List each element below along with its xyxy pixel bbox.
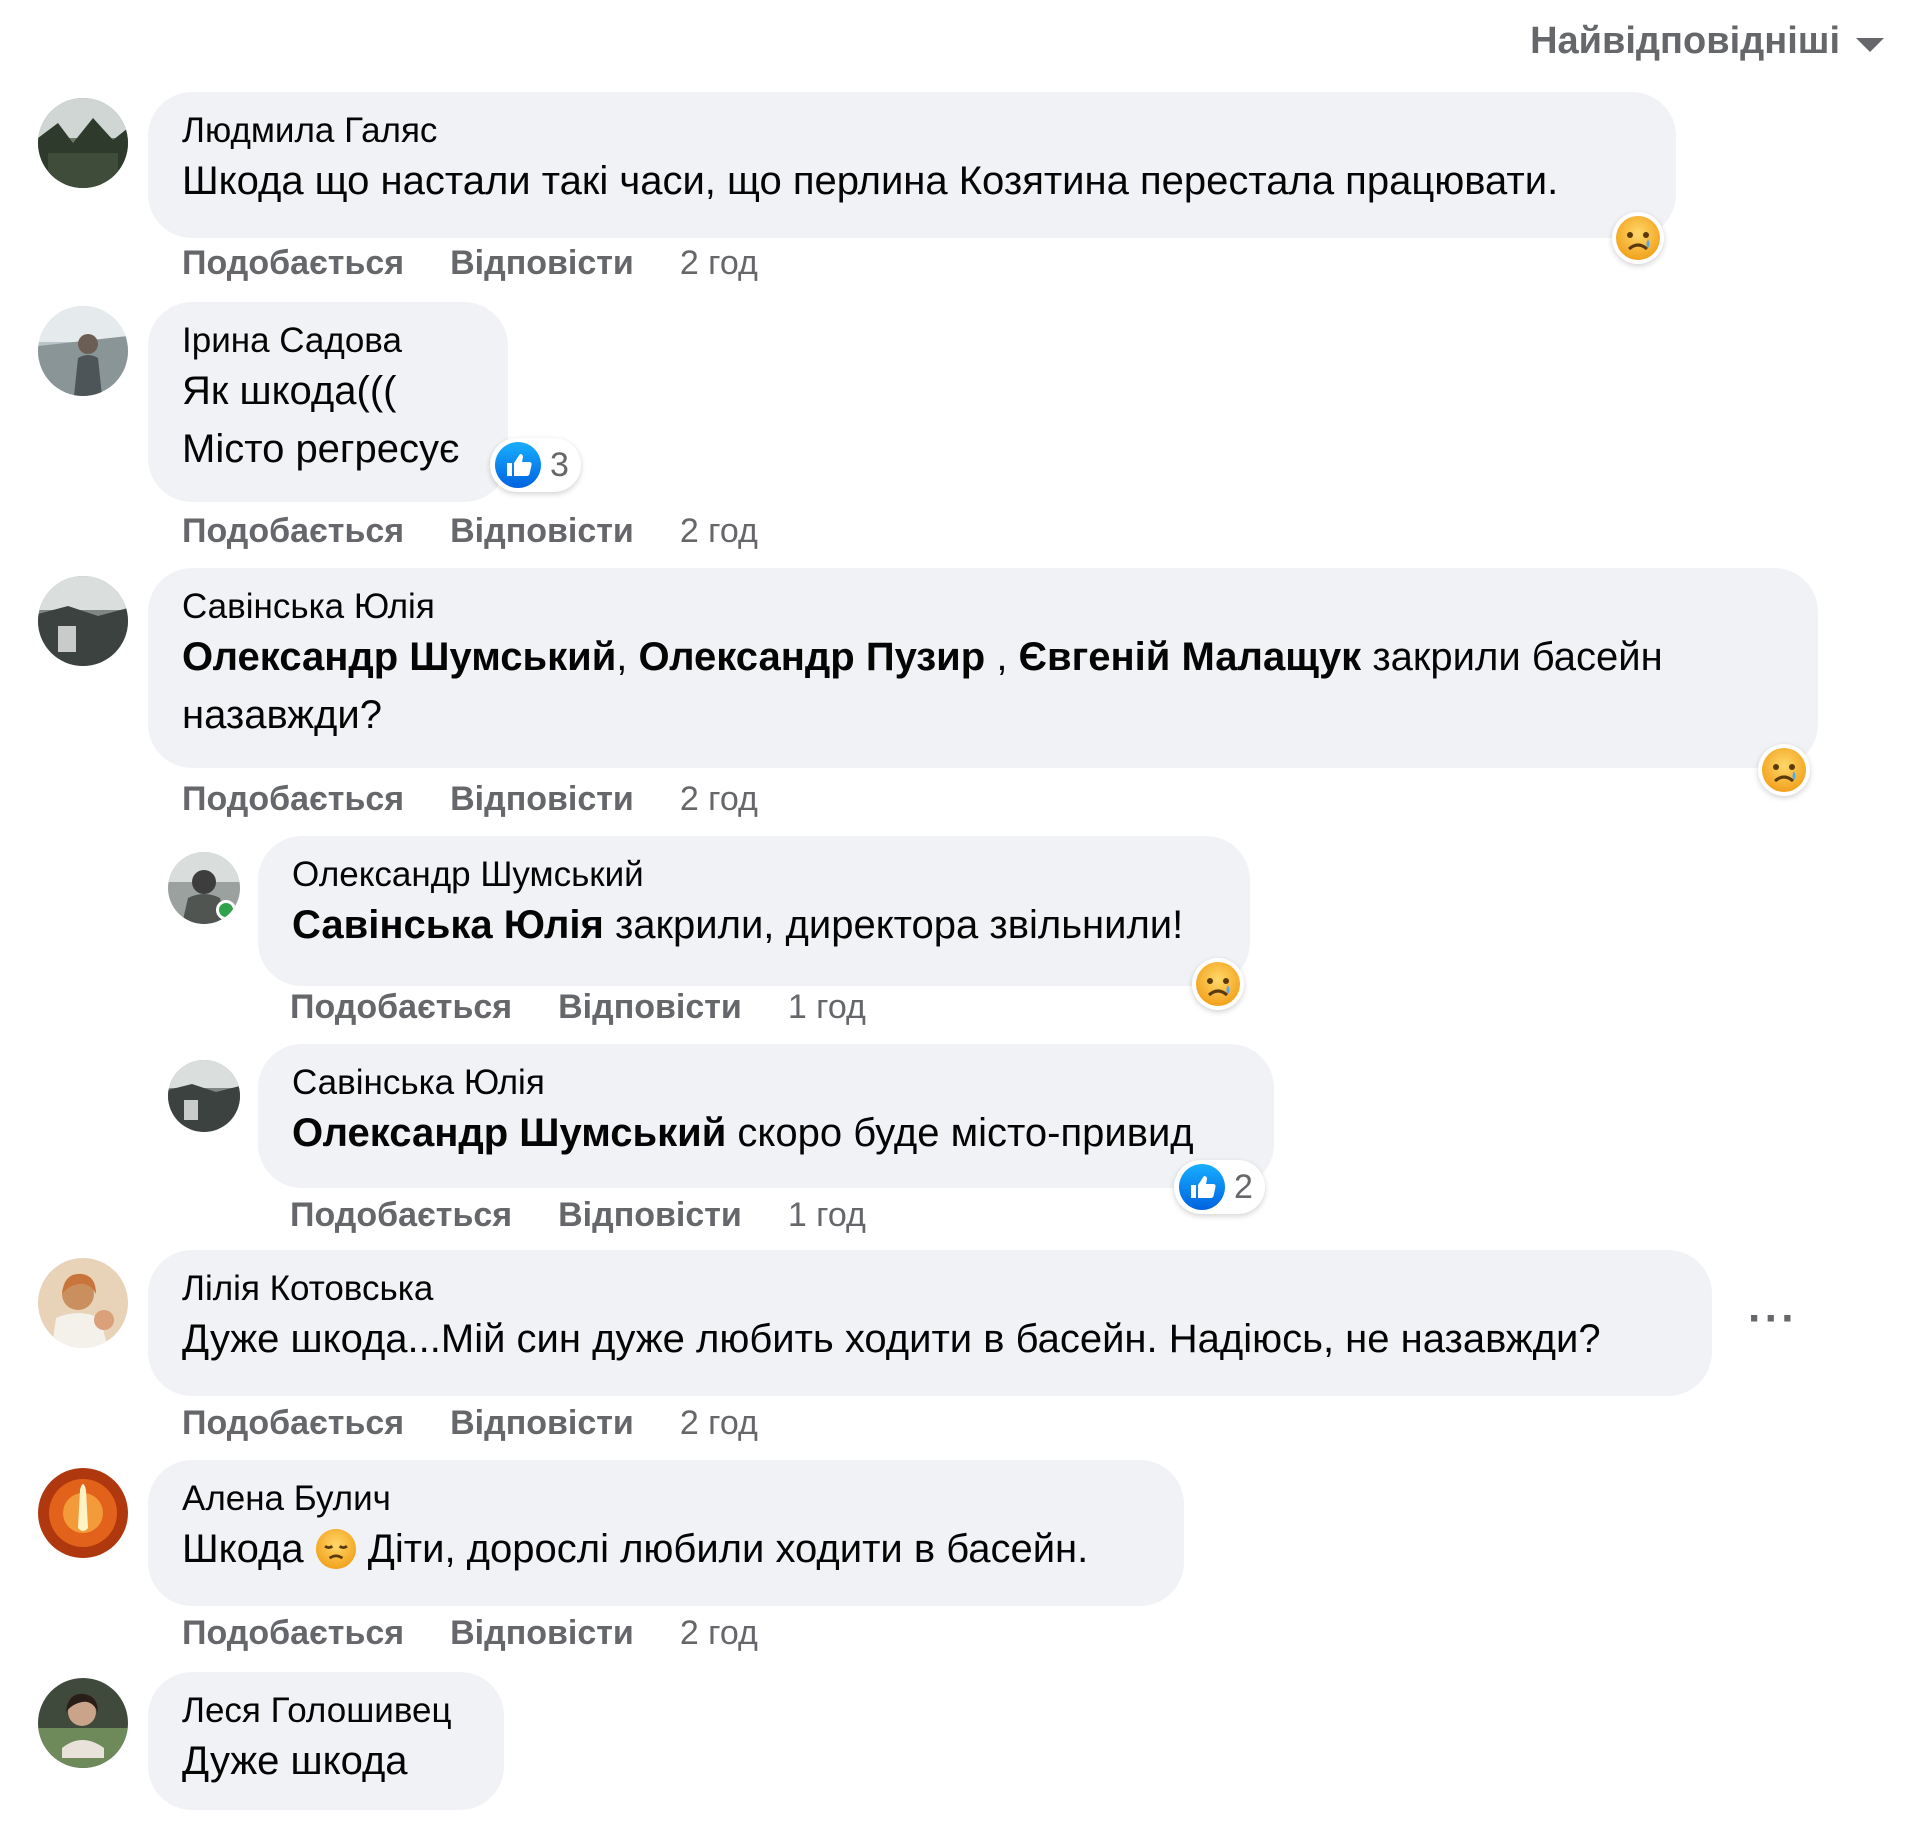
avatar[interactable]: [38, 1678, 128, 1768]
separator: ,: [985, 635, 1019, 679]
comment-text: закрили, директора звільнили!: [603, 903, 1184, 947]
like-button[interactable]: Подобається: [182, 1404, 404, 1443]
comment-time[interactable]: 2 год: [680, 780, 758, 819]
reply-button[interactable]: Відповісти: [450, 244, 634, 283]
like-button[interactable]: Подобається: [182, 244, 404, 283]
like-icon: [1179, 1164, 1225, 1210]
comment-actions: Подобається Відповісти 2 год: [182, 1404, 758, 1443]
like-button[interactable]: Подобається: [290, 1196, 512, 1235]
like-reaction-badge[interactable]: 2: [1174, 1160, 1265, 1214]
mention-link[interactable]: Євгеній Малащук: [1019, 635, 1362, 679]
avatar[interactable]: [38, 576, 128, 666]
chevron-down-icon: [1856, 37, 1884, 52]
reply-button[interactable]: Відповісти: [558, 1196, 742, 1235]
comment-text-line: Шкода Діти, дорослі любили ходити в басе…: [182, 1520, 1150, 1578]
comment-bubble: Савінська Юлія Олександр Шумський скоро …: [258, 1044, 1274, 1188]
comment-actions: Подобається Відповісти 2 год: [182, 512, 758, 551]
like-button[interactable]: Подобається: [182, 780, 404, 819]
comment-text: закрили басейн: [1361, 635, 1663, 679]
comment-time[interactable]: 2 год: [680, 244, 758, 283]
comment-text: Шкода що настали такі часи, що перлина К…: [182, 159, 1559, 203]
more-options-icon[interactable]: ···: [1748, 1294, 1798, 1344]
comment-actions: Подобається Відповісти 1 год: [290, 1196, 866, 1235]
comment-actions: Подобається Відповісти 2 год: [182, 244, 758, 283]
like-icon: [495, 442, 541, 488]
like-button[interactable]: Подобається: [290, 988, 512, 1027]
sad-reaction-icon[interactable]: [1612, 212, 1664, 264]
comment-text: Шкода: [182, 1527, 315, 1571]
avatar[interactable]: [38, 98, 128, 188]
avatar[interactable]: [168, 852, 240, 924]
comment-text: Дуже шкода: [182, 1739, 408, 1783]
comment-author[interactable]: Олександр Шумський: [292, 854, 1216, 896]
reaction-count: 2: [1234, 1167, 1253, 1206]
comment-author[interactable]: Савінська Юлія: [182, 586, 1784, 628]
comment-text-line: назавжди?: [182, 693, 382, 737]
comment-author[interactable]: Савінська Юлія: [292, 1062, 1240, 1104]
comment-text: Дуже шкода...Мій син дуже любить ходити …: [182, 1317, 1601, 1361]
sad-reaction-icon[interactable]: [1192, 958, 1244, 1010]
sort-dropdown[interactable]: Найвідповідніші: [1530, 20, 1884, 63]
comment-author[interactable]: Людмила Галяс: [182, 110, 1642, 152]
comment-time[interactable]: 1 год: [788, 1196, 866, 1235]
reaction-count: 3: [550, 445, 569, 484]
mention-link[interactable]: Савінська Юлія: [292, 903, 604, 947]
comment-author[interactable]: Ірина Садова: [182, 320, 474, 362]
comment-actions: Подобається Відповісти 1 год: [290, 988, 866, 1027]
comment-text-line: Олександр Шумський, Олександр Пузир , Єв…: [182, 628, 1784, 686]
comment-bubble: Ірина Садова Як шкода((( Місто регресує: [148, 302, 508, 502]
like-button[interactable]: Подобається: [182, 1614, 404, 1653]
like-button[interactable]: Подобається: [182, 512, 404, 551]
disappointed-face-icon: [315, 1528, 356, 1570]
comment-text-line: Савінська Юлія закрили, директора звільн…: [292, 896, 1216, 954]
comment-bubble: Савінська Юлія Олександр Шумський, Олекс…: [148, 568, 1818, 768]
comment-text-line: Олександр Шумський скоро буде місто-прив…: [292, 1104, 1240, 1162]
comment-bubble: Алена Булич Шкода Діти, дорослі любили х…: [148, 1460, 1184, 1606]
comment-text-line: Місто регресує: [182, 427, 460, 471]
online-indicator: [216, 900, 236, 920]
mention-link[interactable]: Олександр Шумський: [292, 1111, 726, 1155]
comment-author[interactable]: Леся Голошивец: [182, 1690, 470, 1732]
mention-link[interactable]: Олександр Шумський: [182, 635, 616, 679]
comment-bubble: Олександр Шумський Савінська Юлія закрил…: [258, 836, 1250, 986]
like-reaction-badge[interactable]: 3: [490, 438, 581, 492]
comment-time[interactable]: 2 год: [680, 1404, 758, 1443]
comment-author[interactable]: Алена Булич: [182, 1478, 1150, 1520]
comment-text: скоро буде місто-привид: [726, 1111, 1194, 1155]
comment-time[interactable]: 2 год: [680, 1614, 758, 1653]
comment-actions: Подобається Відповісти 2 год: [182, 1614, 758, 1653]
comment-time[interactable]: 2 год: [680, 512, 758, 551]
reply-button[interactable]: Відповісти: [450, 780, 634, 819]
sad-reaction-icon[interactable]: [1758, 744, 1810, 796]
reply-button[interactable]: Відповісти: [450, 512, 634, 551]
comment-bubble: Леся Голошивец Дуже шкода: [148, 1672, 504, 1810]
comment-text: Діти, дорослі любили ходити в басейн.: [356, 1527, 1089, 1571]
avatar[interactable]: [168, 1060, 240, 1132]
mention-link[interactable]: Олександр Пузир: [639, 635, 986, 679]
comment-bubble: Лілія Котовська Дуже шкода...Мій син дуж…: [148, 1250, 1712, 1396]
avatar[interactable]: [38, 1468, 128, 1558]
sort-label: Найвідповідніші: [1530, 20, 1840, 62]
avatar[interactable]: [38, 1258, 128, 1348]
comment-time[interactable]: 1 год: [788, 988, 866, 1027]
comment-actions: Подобається Відповісти 2 год: [182, 780, 758, 819]
reply-button[interactable]: Відповісти: [450, 1614, 634, 1653]
comment-bubble: Людмила Галяс Шкода що настали такі часи…: [148, 92, 1676, 238]
avatar[interactable]: [38, 306, 128, 396]
comment-author[interactable]: Лілія Котовська: [182, 1268, 1678, 1310]
reply-button[interactable]: Відповісти: [558, 988, 742, 1027]
separator: ,: [616, 635, 639, 679]
comment-text-line: Як шкода(((: [182, 369, 397, 413]
reply-button[interactable]: Відповісти: [450, 1404, 634, 1443]
